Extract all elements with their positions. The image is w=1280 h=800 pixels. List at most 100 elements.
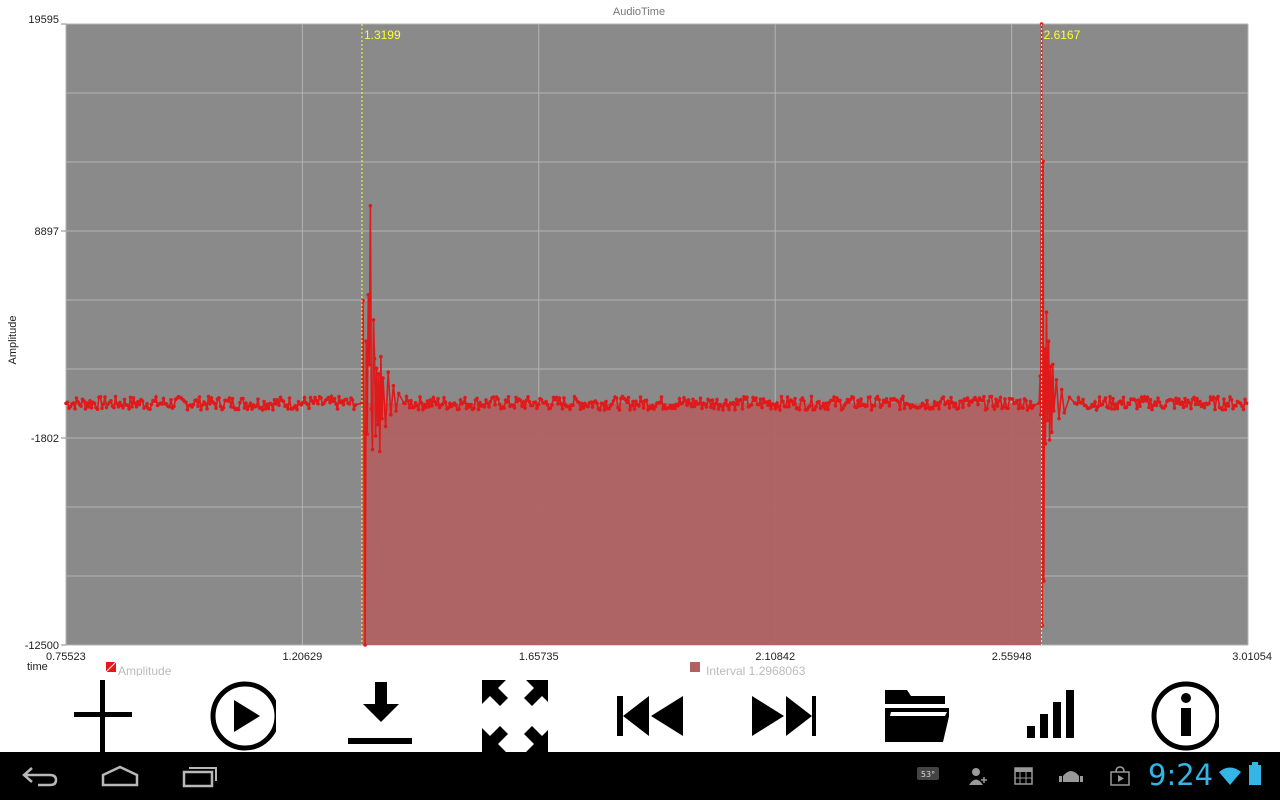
info-button[interactable] [1136, 676, 1226, 752]
forward-button[interactable] [733, 676, 823, 752]
data-point [980, 398, 985, 403]
data-point [1100, 402, 1105, 407]
data-point [898, 407, 902, 412]
data-point [710, 398, 715, 402]
data-point [712, 406, 716, 411]
recent-apps-button[interactable] [170, 760, 230, 792]
data-point [461, 400, 466, 405]
x-tick-label: 2.55948 [992, 651, 1032, 663]
data-point [236, 407, 241, 412]
data-point [244, 401, 248, 406]
data-point [1156, 396, 1160, 401]
data-point [212, 401, 217, 406]
data-point [262, 399, 266, 404]
data-point [122, 397, 127, 402]
data-point [440, 402, 445, 407]
data-point [830, 398, 835, 403]
data-point [386, 370, 391, 375]
download-icon [348, 682, 412, 744]
weather-icon: 53° [916, 766, 940, 786]
data-point [396, 391, 401, 396]
folder-icon [885, 690, 949, 742]
data-point [601, 401, 605, 406]
rewind-button[interactable] [600, 676, 690, 752]
data-point [559, 402, 563, 406]
data-point [205, 406, 209, 411]
data-point [826, 407, 830, 412]
data-point [476, 407, 481, 412]
data-point [773, 406, 778, 411]
data-point [256, 397, 260, 402]
data-point [1015, 398, 1019, 403]
skip-back-icon [617, 696, 683, 736]
data-point [520, 404, 524, 409]
data-point [727, 407, 731, 412]
data-point [745, 395, 749, 400]
data-point [637, 404, 641, 408]
data-point [366, 293, 371, 297]
open-button[interactable] [866, 676, 956, 752]
data-point [71, 401, 76, 405]
data-point [391, 383, 396, 388]
data-point [1124, 405, 1129, 410]
data-point [335, 407, 340, 411]
data-point [725, 403, 730, 408]
data-point [604, 399, 608, 404]
data-point [496, 397, 500, 401]
data-point [337, 394, 341, 399]
data-point [487, 405, 491, 409]
data-point [277, 403, 281, 408]
levels-button[interactable] [1001, 676, 1091, 752]
marker-label: 1.3199 [364, 28, 401, 42]
data-point [634, 399, 638, 404]
data-point [378, 449, 382, 454]
download-button[interactable] [329, 676, 419, 752]
data-point [791, 402, 796, 407]
data-point [1079, 401, 1084, 405]
data-point [1067, 395, 1072, 400]
data-point [497, 402, 502, 407]
data-point [952, 404, 956, 409]
data-point [1139, 395, 1144, 400]
data-point [113, 394, 118, 399]
data-point [125, 403, 130, 408]
interval-area [361, 403, 1042, 645]
data-point [442, 396, 446, 400]
data-point [1062, 411, 1067, 415]
data-point [598, 408, 602, 412]
data-point [316, 401, 320, 406]
data-point [415, 403, 419, 408]
back-button[interactable] [10, 760, 70, 792]
data-point [857, 404, 862, 408]
data-point [353, 403, 358, 407]
data-point [217, 396, 221, 400]
data-point [545, 402, 550, 407]
data-point [103, 395, 107, 399]
data-point [886, 400, 890, 405]
data-point [1177, 397, 1181, 401]
data-point [868, 395, 872, 399]
home-button[interactable] [90, 760, 150, 792]
data-point [595, 401, 599, 406]
data-point [457, 407, 461, 411]
x-tick-label: 0.75523 [46, 651, 86, 663]
data-point [1136, 398, 1141, 402]
data-point [1094, 408, 1099, 412]
data-point [104, 405, 109, 410]
data-point [424, 405, 428, 410]
data-point [1111, 396, 1115, 401]
play-button[interactable] [193, 676, 283, 752]
add-button[interactable] [57, 676, 147, 752]
data-point [493, 402, 497, 407]
data-point [721, 408, 725, 412]
data-point [454, 403, 458, 408]
data-point [82, 399, 86, 403]
data-point [512, 406, 517, 410]
data-point [374, 366, 379, 371]
data-point [713, 402, 718, 406]
fit-button[interactable] [465, 676, 555, 752]
data-point [145, 402, 149, 406]
data-point [1229, 397, 1234, 402]
data-point [367, 362, 372, 367]
data-point [418, 395, 422, 399]
